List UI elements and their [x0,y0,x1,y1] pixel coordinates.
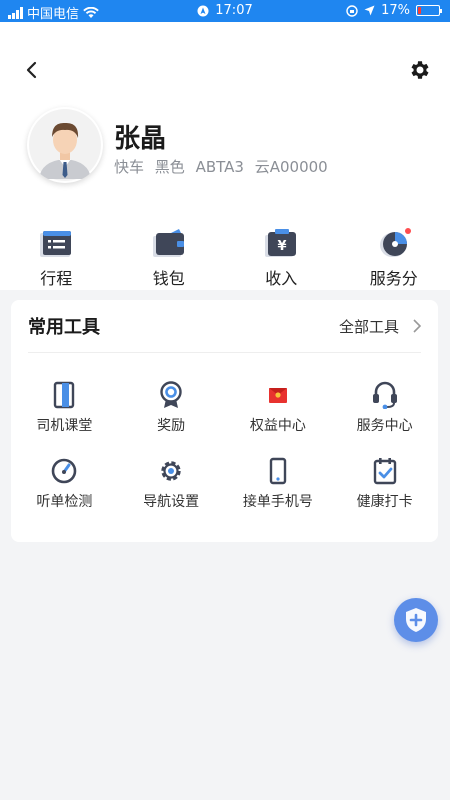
calendar-check-icon [373,458,396,485]
tool-label: 服务中心 [356,418,413,434]
location-arrow-icon [197,5,209,16]
tool-order-listen-test[interactable]: 听单检测 [11,457,118,511]
wallet-icon [152,229,184,257]
driver-avatar-illustration [29,109,101,181]
notification-dot [404,228,411,234]
battery-percent: 17% [381,3,410,18]
navigation-arrow-icon [364,5,375,16]
income-yuan-icon: ¥ [265,229,297,257]
settings-cog-icon [161,461,181,481]
tool-label: 接单手机号 [242,494,313,510]
profile-section: 张晶 快车 黑色 ABTA3 云A00000 行程 钱包 ¥ 收入 服务分 [0,22,450,290]
driver-code: 云A00000 [254,158,328,176]
battery-icon [416,5,442,16]
tool-label: 权益中心 [249,418,306,434]
tool-reward[interactable]: 奖励 [118,381,225,435]
avatar[interactable] [27,107,103,183]
quick-item-label: 钱包 [152,269,185,288]
settings-gear-icon[interactable] [408,58,432,82]
card-title: 常用工具 [28,317,100,338]
quick-item-service-score[interactable]: 服务分 [338,227,450,289]
quick-menu: 行程 钱包 ¥ 收入 服务分 [0,227,450,289]
tools-grid: 司机课堂 奖励 权益中心 服务中心 听单检测 导航设置 接单手机号 健康打卡 [11,353,438,511]
tool-label: 司机课堂 [36,418,93,434]
car-type: 快车 [114,158,145,176]
status-bar: 中国电信 17:07 17% [0,0,450,22]
quick-item-itinerary[interactable]: 行程 [0,227,113,289]
car-color: 黑色 [154,158,185,176]
quick-item-label: 行程 [40,269,73,288]
card-header: 常用工具 全部工具 [28,300,421,353]
book-icon [54,381,75,409]
driver-name: 张晶 [114,124,167,154]
tool-health-checkin[interactable]: 健康打卡 [331,457,438,511]
tool-label: 听单检测 [36,494,93,510]
all-tools-link[interactable]: 全部工具 [339,316,421,337]
back-chevron-icon[interactable] [20,58,44,82]
tool-driver-class[interactable]: 司机课堂 [11,381,118,435]
award-medal-icon [160,381,182,408]
phone-icon [269,457,287,485]
all-tools-label: 全部工具 [338,317,399,336]
common-tools-card: 常用工具 全部工具 司机课堂 奖励 权益中心 服务中心 听单检测 导航设置 接单… [11,300,438,542]
gauge-icon [52,458,77,484]
itinerary-list-icon [40,231,72,257]
vehicle-info: 快车 黑色 ABTA3 云A00000 [114,156,334,177]
tool-order-phone-number[interactable]: 接单手机号 [225,457,332,511]
tool-label: 健康打卡 [356,494,413,510]
service-score-pie-icon [379,228,411,257]
safety-shield-button[interactable] [394,598,438,642]
chevron-right-icon [413,319,421,333]
tool-label: 导航设置 [143,494,200,510]
quick-item-wallet[interactable]: 钱包 [113,227,226,289]
quick-item-income[interactable]: ¥ 收入 [225,227,338,289]
quick-item-label: 收入 [265,269,298,288]
orientation-lock-icon [346,4,358,17]
clock-time: 17:07 [215,3,253,18]
tool-label: 奖励 [157,418,186,434]
svg-text:¥: ¥ [278,239,287,254]
plate-number: ABTA3 [195,158,244,176]
tool-service-center[interactable]: 服务中心 [331,381,438,435]
tool-navigation-settings[interactable]: 导航设置 [118,457,225,511]
headset-icon [372,381,397,409]
quick-item-label: 服务分 [369,269,418,288]
red-envelope-icon [268,388,287,403]
tool-benefits-center[interactable]: 权益中心 [225,381,332,435]
shield-plus-icon [406,608,426,632]
